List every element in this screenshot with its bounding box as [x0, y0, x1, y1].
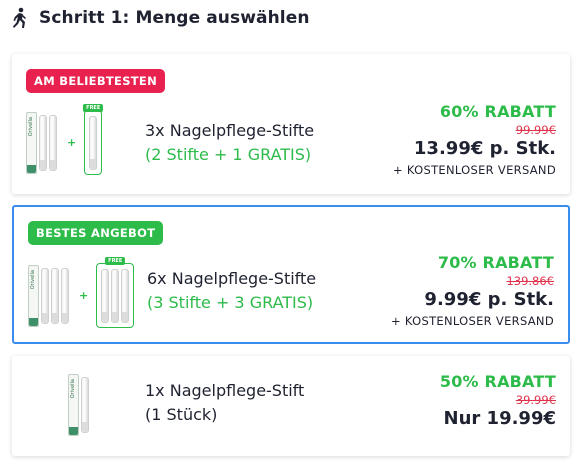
price-block: 60% RABATT 99.99€ 13.99€ p. Stk. + KOSTE…: [393, 102, 556, 177]
free-pen-box: FREE: [96, 257, 135, 328]
popular-badge: AM BELIEBTESTEN: [26, 69, 166, 93]
step-title: Schritt 1: Menge auswählen: [39, 8, 310, 28]
product-image-6x: Orivella + FREE: [28, 257, 135, 328]
old-price: 139.86€: [506, 274, 554, 288]
shipping-note: + KOSTENLOSER VERSAND: [393, 163, 556, 177]
product-box: Orivella: [28, 264, 39, 327]
discount-label: 50% RABATT: [439, 372, 556, 391]
offer-subtitle: (2 Stifte + 1 GRATIS): [145, 145, 312, 164]
offer-subtitle: (1 Stück): [145, 405, 218, 424]
product-image-1x: Orivella: [68, 374, 91, 436]
plus-icon: +: [79, 289, 89, 302]
offer-subtitle: (3 Stifte + 3 GRATIS): [147, 293, 314, 312]
plus-icon: +: [67, 136, 77, 149]
discount-label: 70% RABATT: [437, 253, 554, 272]
offer-title: 3x Nagelpflege-Stifte: [145, 121, 315, 140]
product-image-3x: Orivella + FREE: [26, 104, 104, 175]
product-box: Orivella: [68, 374, 79, 436]
unit-price: Nur 19.99€: [443, 408, 556, 429]
offer-title: 1x Nagelpflege-Stift: [145, 381, 305, 400]
old-price: 39.99€: [515, 393, 556, 407]
offer-card-3x[interactable]: AM BELIEBTESTEN Orivella + FREE 3x Nagel…: [12, 54, 570, 194]
walking-person-icon: [10, 7, 32, 29]
best-offer-badge: BESTES ANGEBOT: [28, 221, 164, 245]
free-pen-box: FREE: [83, 104, 104, 175]
shipping-note: + KOSTENLOSER VERSAND: [391, 314, 554, 328]
discount-label: 60% RABATT: [439, 102, 556, 121]
price-block: 50% RABATT 39.99€ Nur 19.99€: [440, 372, 556, 429]
unit-price: 13.99€ p. Stk.: [413, 138, 556, 159]
offer-card-1x[interactable]: Orivella 1x Nagelpflege-Stift (1 Stück) …: [12, 356, 570, 456]
product-box: Orivella: [26, 111, 37, 174]
offer-card-6x[interactable]: BESTES ANGEBOT Orivella + FREE 6x Nagelp…: [12, 205, 570, 344]
step-header: Schritt 1: Menge auswählen: [10, 6, 310, 30]
offer-title: 6x Nagelpflege-Stifte: [147, 269, 317, 288]
price-block: 70% RABATT 139.86€ 9.99€ p. Stk. + KOSTE…: [391, 253, 554, 328]
old-price: 99.99€: [515, 123, 556, 137]
unit-price: 9.99€ p. Stk.: [424, 289, 554, 310]
